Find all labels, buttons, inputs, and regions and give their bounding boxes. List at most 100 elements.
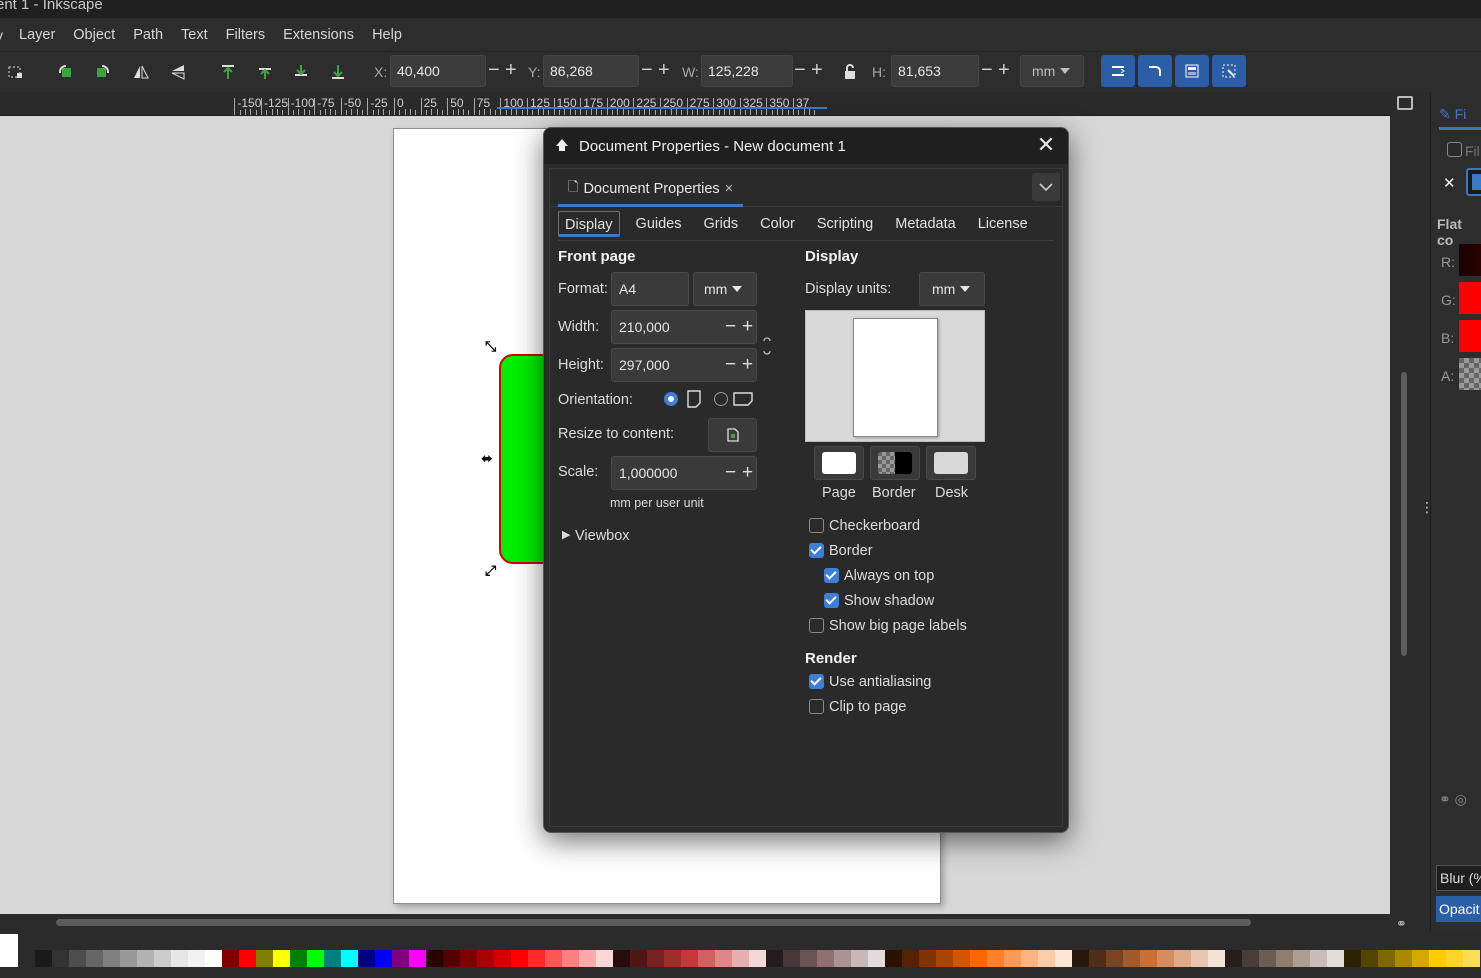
palette-swatch[interactable] (783, 950, 800, 967)
menu-filters[interactable]: Filters (217, 27, 274, 43)
x-input[interactable]: 40,400 (390, 55, 486, 87)
palette-swatch[interactable] (732, 950, 749, 967)
a-slider[interactable] (1459, 358, 1481, 390)
r-slider[interactable] (1459, 244, 1481, 276)
h-input[interactable]: 81,653 (891, 55, 979, 87)
palette-swatch[interactable] (1004, 950, 1021, 967)
palette-swatch[interactable] (69, 950, 86, 967)
palette-swatch[interactable] (103, 950, 120, 967)
tab-close-icon[interactable]: × (725, 181, 733, 197)
palette-swatch[interactable] (1191, 950, 1208, 967)
rotate-cw-icon[interactable] (90, 60, 114, 84)
use-antialiasing-checkbox[interactable] (809, 674, 824, 689)
palette-swatch[interactable] (579, 950, 596, 967)
palette-swatch[interactable] (1429, 950, 1446, 967)
palette-swatch[interactable] (426, 950, 443, 967)
vertical-scrollbar-thumb[interactable] (1401, 372, 1407, 656)
palette-swatch[interactable] (1038, 950, 1055, 967)
palette-swatch[interactable] (1242, 950, 1259, 967)
scale-increment[interactable]: + (742, 463, 753, 483)
palette-swatch[interactable] (715, 950, 732, 967)
palette-swatch[interactable] (52, 950, 69, 967)
palette-swatch[interactable] (1276, 950, 1293, 967)
checkerboard-checkbox[interactable] (809, 518, 824, 533)
menu-text[interactable]: Text (172, 27, 217, 43)
scale-radius-button[interactable] (1138, 55, 1172, 87)
palette-swatch[interactable] (222, 950, 239, 967)
lock-icon[interactable] (838, 60, 862, 84)
move-gradients-button[interactable] (1175, 55, 1209, 87)
h-decrement[interactable]: − (981, 60, 993, 80)
palette-swatch[interactable] (817, 950, 834, 967)
tab-grids[interactable]: Grids (698, 211, 745, 237)
show-shadow-checkbox[interactable] (824, 593, 839, 608)
palette-swatch[interactable] (120, 950, 137, 967)
palette-swatch[interactable] (766, 950, 783, 967)
palette-swatch[interactable] (1412, 950, 1429, 967)
landscape-radio[interactable] (714, 392, 728, 406)
color-managed-icon[interactable]: ⚭ ◎ (1439, 791, 1467, 808)
palette-swatch[interactable] (86, 950, 103, 967)
palette-swatch[interactable] (1021, 950, 1038, 967)
tab-license[interactable]: License (972, 211, 1034, 237)
palette-swatch[interactable] (1089, 950, 1106, 967)
palette-swatch[interactable] (1310, 950, 1327, 967)
menu-object[interactable]: Object (64, 27, 124, 43)
palette-swatch[interactable] (528, 950, 545, 967)
palette-swatch[interactable] (443, 950, 460, 967)
width-increment[interactable]: + (742, 317, 753, 337)
palette-swatch[interactable] (392, 950, 409, 967)
desk-color-button[interactable] (926, 446, 976, 480)
palette-swatch[interactable] (358, 950, 375, 967)
palette-swatch[interactable] (630, 950, 647, 967)
b-slider[interactable] (1459, 320, 1481, 352)
palette-swatch[interactable] (1361, 950, 1378, 967)
border-checkbox[interactable] (809, 543, 824, 558)
viewbox-expander[interactable]: Viewbox (575, 528, 630, 544)
tab-guides[interactable]: Guides (630, 211, 688, 237)
palette-swatch[interactable] (834, 950, 851, 967)
palette-swatch[interactable] (868, 950, 885, 967)
palette-swatch[interactable] (1293, 950, 1310, 967)
x-decrement[interactable]: − (488, 60, 500, 80)
horizontal-scrollbar-thumb[interactable] (56, 919, 1251, 926)
palette-swatch[interactable] (1327, 950, 1344, 967)
expander-arrow-icon[interactable]: ▶ (562, 528, 570, 541)
display-units-select[interactable]: mm (919, 272, 985, 306)
opacity-input[interactable]: Opacit (1436, 896, 1481, 922)
palette-swatch[interactable] (1395, 950, 1412, 967)
tab-display[interactable]: Display (558, 211, 620, 237)
palette-swatch[interactable] (290, 950, 307, 967)
w-increment[interactable]: + (811, 60, 823, 80)
x-increment[interactable]: + (505, 60, 517, 80)
y-decrement[interactable]: − (641, 60, 653, 80)
palette-swatch[interactable] (511, 950, 528, 967)
always-on-top-checkbox[interactable] (824, 568, 839, 583)
fill-stroke-tab[interactable]: Fi (1455, 106, 1467, 122)
palette-swatch[interactable] (647, 950, 664, 967)
menu-help[interactable]: Help (363, 27, 411, 43)
palette-swatch[interactable] (273, 950, 290, 967)
horizontal-scrollbar[interactable] (0, 914, 1430, 932)
palette-swatch[interactable] (664, 950, 681, 967)
page-color-button[interactable] (814, 446, 864, 480)
palette-swatch[interactable] (477, 950, 494, 967)
show-big-page-labels-checkbox[interactable] (809, 618, 824, 633)
lower-to-bottom-icon[interactable] (326, 60, 350, 84)
no-paint-icon[interactable]: ✕ (1443, 174, 1456, 192)
close-icon[interactable]: ✕ (1034, 134, 1058, 158)
flip-horizontal-icon[interactable] (129, 60, 153, 84)
palette-swatch[interactable] (1055, 950, 1072, 967)
y-increment[interactable]: + (658, 60, 670, 80)
palette-swatch[interactable] (1259, 950, 1276, 967)
flip-vertical-icon[interactable] (166, 60, 190, 84)
flat-color-button[interactable] (1466, 168, 1481, 196)
palette-swatch[interactable] (851, 950, 868, 967)
display-icon[interactable] (1397, 96, 1413, 110)
palette-swatch[interactable] (562, 950, 579, 967)
palette-swatch[interactable] (749, 950, 766, 967)
palette-swatch[interactable] (35, 950, 52, 967)
palette-swatch[interactable] (1446, 950, 1463, 967)
palette-swatch[interactable] (137, 950, 154, 967)
palette-swatch[interactable] (953, 950, 970, 967)
